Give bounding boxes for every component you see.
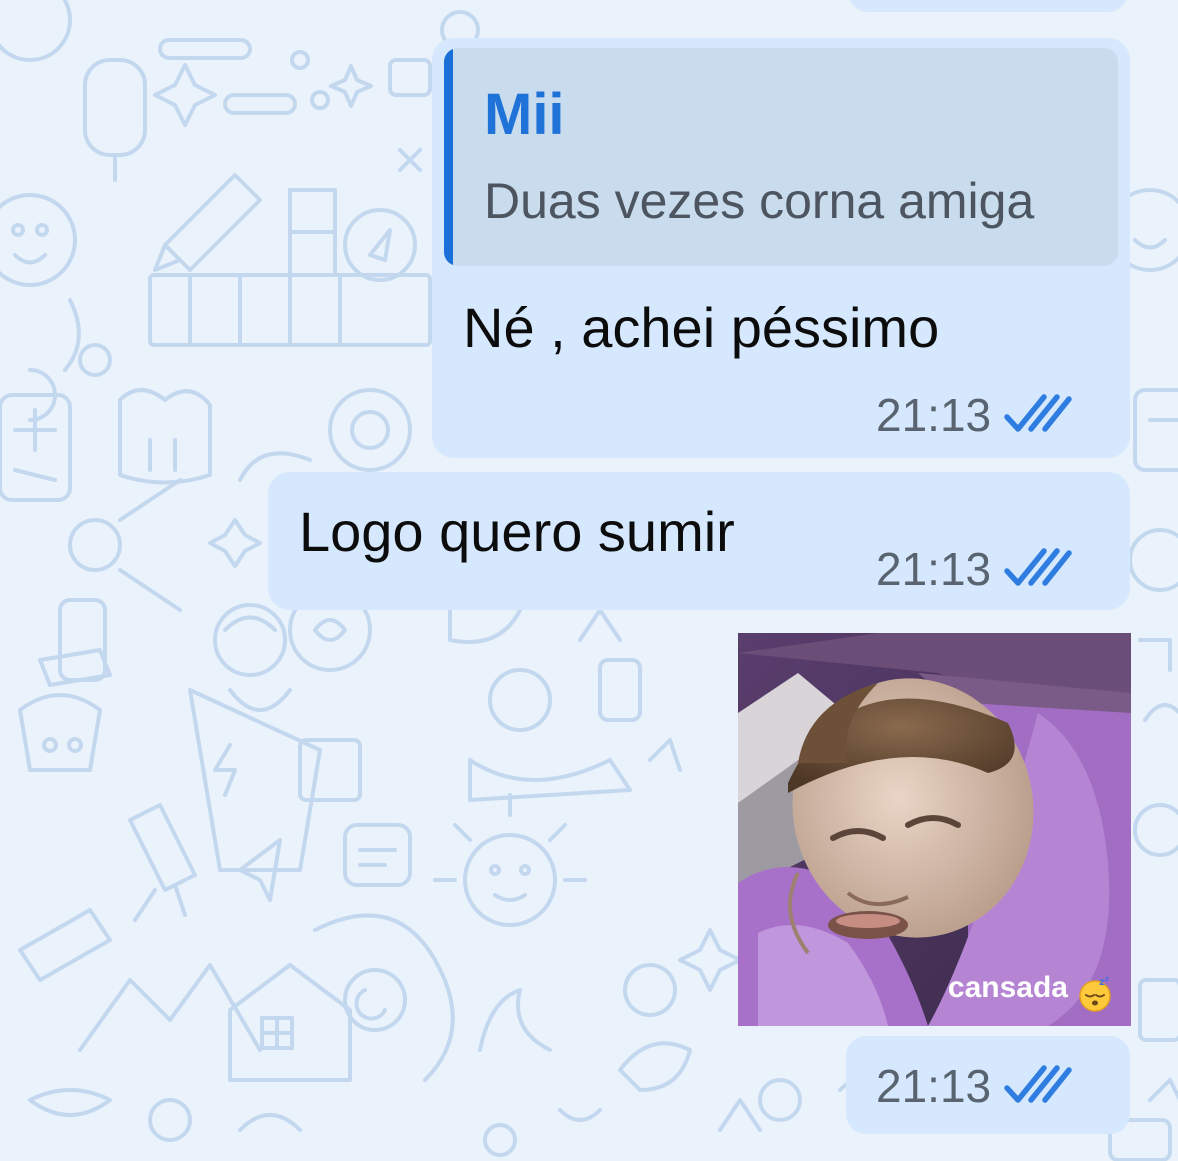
sticker-caption: cansada [947,971,1068,1004]
message-time: 21:13 [876,1060,992,1112]
monkey-sticker-illustration [738,633,1131,1026]
message-bubble-reply[interactable]: Mii Duas vezes corna amiga Né , achei pé… [432,38,1130,458]
message-text: Né , achei péssimo [463,296,940,359]
message-text: Logo quero sumir [299,500,735,563]
sticker-image[interactable]: cansada z z [738,633,1131,1026]
double-check-read-icon [1003,547,1073,591]
double-check-read-icon [1003,1064,1073,1108]
message-meta: 21:13 [876,546,1073,592]
quote-accent-bar [444,48,453,266]
message-meta: 21:13 [876,392,1073,438]
svg-text:z: z [1105,976,1109,983]
double-check-read-icon [1003,393,1073,437]
quoted-message[interactable]: Mii Duas vezes corna amiga [444,48,1118,266]
message-meta: 21:13 [876,1063,1073,1109]
previous-message-bubble [848,0,1128,12]
quote-text: Duas vezes corna amiga [484,173,1035,229]
message-time: 21:13 [876,543,992,595]
sleepy-face-icon: z z [1079,976,1111,1012]
chat-background: Mii Duas vezes corna amiga Né , achei pé… [0,0,1178,1161]
quote-author: Mii [484,82,565,147]
message-bubble[interactable]: Logo quero sumir 21:13 [268,472,1130,610]
sticker-meta-pill: 21:13 [846,1036,1130,1134]
message-time: 21:13 [876,389,992,441]
